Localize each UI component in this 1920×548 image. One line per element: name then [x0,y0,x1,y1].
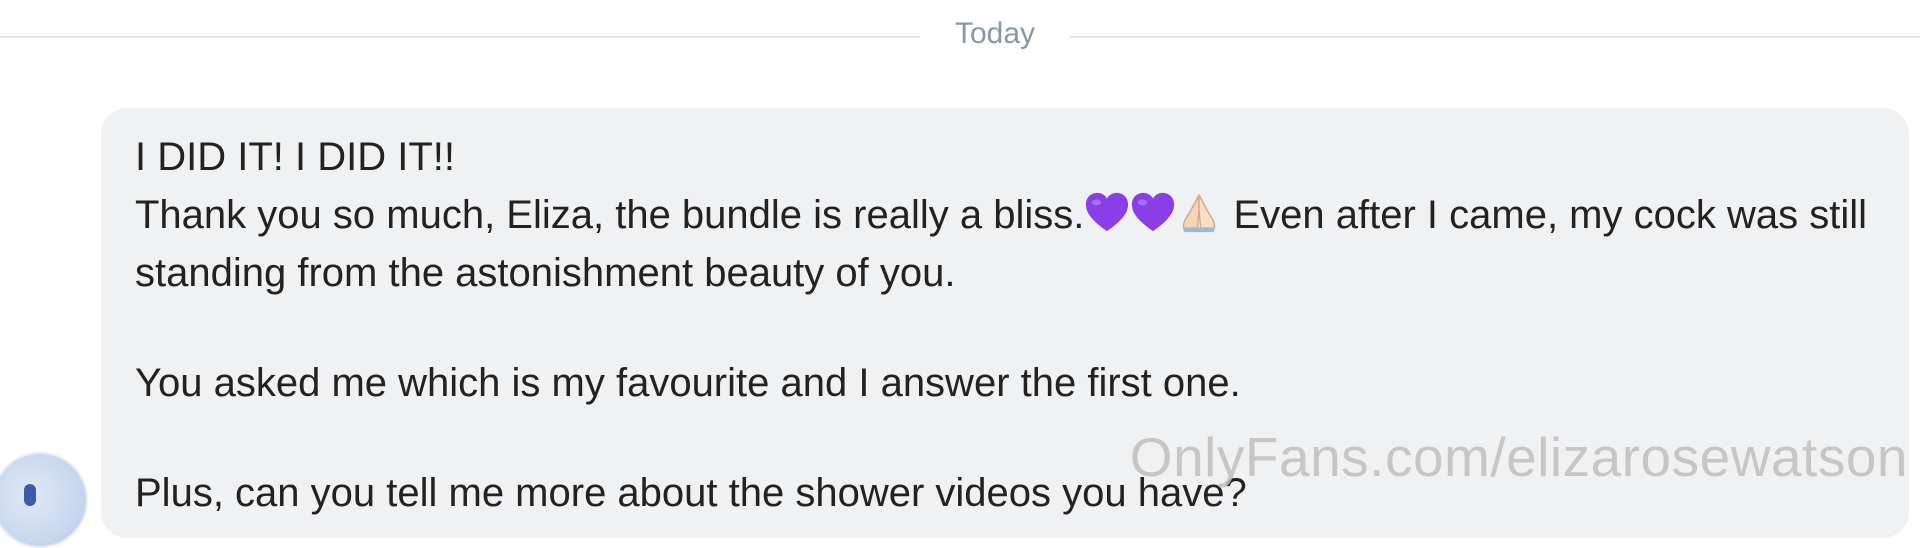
date-divider-line-right [1070,36,1920,38]
folded-hands-icon [1183,194,1216,233]
message-line-1: I DID IT! I DID IT!! [135,135,455,179]
date-divider-label: Today [954,17,1036,50]
purple-heart-icon [1086,192,1129,232]
avatar[interactable] [0,452,88,548]
watermark: OnlyFans.com/elizarosewatson [1129,426,1908,488]
message-paragraph-2: You asked me which is my favourite and I… [135,361,1241,405]
purple-heart-icon [1132,192,1175,232]
avatar-figure [24,484,36,506]
message-paragraph-1: Thank you so much, Eliza, the bundle is … [135,186,1895,302]
date-divider-line-left [0,36,920,38]
message-line-2-start: Thank you so much, Eliza, the bundle is … [135,193,1085,237]
